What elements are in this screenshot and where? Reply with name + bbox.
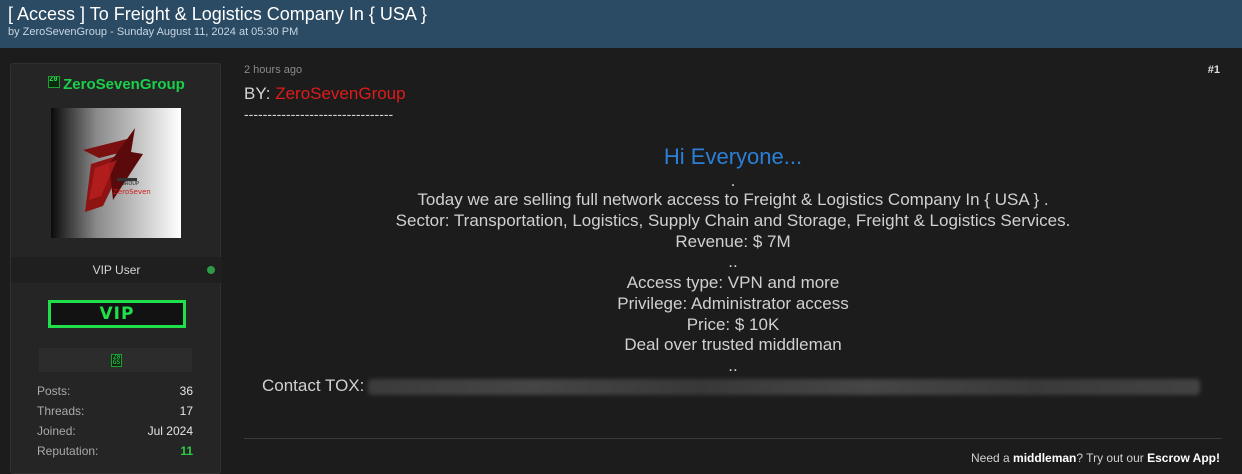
stat-value: Jul 2024 <box>147 424 193 438</box>
by-line: BY: ZeroSevenGroup <box>244 84 406 104</box>
post-time: 2 hours ago <box>244 64 303 76</box>
escrow-app-link[interactable]: Escrow App! <box>1147 451 1220 465</box>
footer-note: Need a middleman? Try out our Escrow App… <box>971 451 1220 465</box>
middleman-link[interactable]: middleman <box>1013 451 1076 465</box>
online-status-icon <box>207 266 215 274</box>
user-title-bar: VIP User <box>11 257 222 283</box>
group-award-icon[interactable]: Z0 GS <box>111 354 122 367</box>
post-number-link[interactable]: #1 <box>1208 64 1220 76</box>
user-group-icon: Z0 GS <box>48 76 61 88</box>
username-link[interactable]: Z0 GSZeroSevenGroup <box>11 76 222 93</box>
reputation-value[interactable]: 11 <box>180 444 193 458</box>
contact-line: Contact TOX: <box>262 376 1201 396</box>
user-panel: Z0 GSZeroSevenGroup GROUP ZeroSev <box>10 63 222 474</box>
post-line: .. <box>728 356 738 375</box>
post-divider <box>244 438 1222 439</box>
post-line: Deal over trusted middleman <box>624 335 842 354</box>
avatar-image: GROUP ZeroSeven <box>51 108 181 238</box>
vip-badge: VIP <box>48 300 186 328</box>
user-title: VIP User <box>92 263 141 277</box>
post-line: Access type: VPN and more <box>626 273 840 292</box>
stat-label: Threads: <box>37 404 85 418</box>
stat-reputation: Reputation: 11 <box>37 444 193 460</box>
text-divider: -------------------------------- <box>244 106 394 122</box>
greeting: Hi Everyone... <box>663 144 803 169</box>
award-bar: Z0 GS <box>39 348 192 372</box>
post-line: Today we are selling full network access… <box>417 190 1049 209</box>
thread-header: [ Access ] To Freight & Logistics Compan… <box>0 0 1242 48</box>
thread-meta: by ZeroSevenGroup - Sunday August 11, 20… <box>8 26 299 38</box>
username-text: ZeroSevenGroup <box>63 76 185 93</box>
post-line: . <box>730 171 736 190</box>
avatar-text: ZeroSeven <box>113 188 151 196</box>
stat-value: 36 <box>179 384 193 398</box>
stat-threads: Threads: 17 <box>37 404 193 420</box>
post-line: Price: $ 10K <box>686 315 780 334</box>
post-line: .. <box>728 252 738 271</box>
post: Z0 GSZeroSevenGroup GROUP ZeroSev <box>0 48 1242 474</box>
stat-label: Reputation: <box>37 444 99 458</box>
stat-value: 17 <box>179 404 193 418</box>
post-line: Revenue: $ 7M <box>675 232 791 251</box>
avatar-sub-text: GROUP <box>121 181 139 187</box>
author-name: ZeroSevenGroup <box>275 84 406 103</box>
post-line: Sector: Transportation, Logistics, Suppl… <box>395 211 1071 230</box>
avatar[interactable]: GROUP ZeroSeven <box>51 108 181 238</box>
footer-text: ? Try out our <box>1076 451 1148 465</box>
by-prefix: BY: <box>244 84 276 103</box>
redacted-tox-id <box>368 378 1201 395</box>
thread-title: [ Access ] To Freight & Logistics Compan… <box>8 4 427 24</box>
stat-label: Posts: <box>37 384 71 398</box>
stat-posts: Posts: 36 <box>37 384 193 400</box>
contact-label: Contact TOX: <box>262 376 365 395</box>
stat-label: Joined: <box>37 424 76 438</box>
stat-joined: Joined: Jul 2024 <box>37 424 193 440</box>
footer-text: Need a <box>971 451 1014 465</box>
post-line: Privilege: Administrator access <box>617 294 849 313</box>
